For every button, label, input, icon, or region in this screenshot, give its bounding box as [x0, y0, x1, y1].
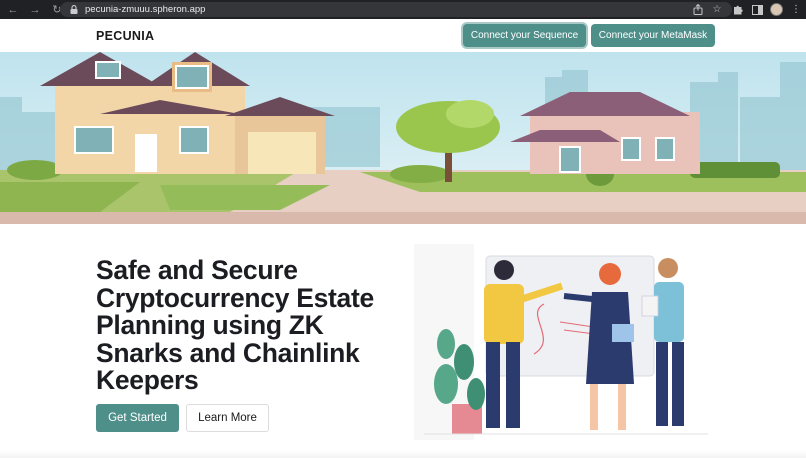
- toolbar-actions: ⋮: [732, 2, 802, 17]
- sidebar-icon[interactable]: [751, 4, 763, 16]
- brand-logo[interactable]: PECUNIA: [96, 29, 154, 43]
- kebab-menu-icon[interactable]: ⋮: [790, 4, 802, 16]
- get-started-button[interactable]: Get Started: [96, 404, 179, 432]
- extensions-puzzle-icon[interactable]: [732, 4, 744, 16]
- share-icon[interactable]: [692, 3, 704, 15]
- section-divider: [0, 450, 806, 458]
- site-header: PECUNIA Connect your Sequence Connect yo…: [0, 19, 806, 52]
- url-text[interactable]: pecunia-zmuuu.spheron.app: [85, 4, 205, 15]
- browser-toolbar: ← → ↻ pecunia-zmuuu.spheron.app ☆ ⋮: [0, 0, 806, 19]
- hero-headline: Safe and Secure Cryptocurrency Estate Pl…: [96, 255, 374, 395]
- connect-metamask-button[interactable]: Connect your MetaMask: [591, 24, 715, 47]
- back-arrow-icon[interactable]: ←: [6, 3, 20, 17]
- connect-sequence-button[interactable]: Connect your Sequence: [463, 24, 586, 47]
- bookmark-star-icon[interactable]: ☆: [711, 3, 723, 15]
- lock-icon[interactable]: [70, 5, 79, 14]
- forward-arrow-icon[interactable]: →: [28, 3, 42, 17]
- team-whiteboard-illustration: [414, 244, 714, 440]
- address-bar[interactable]: pecunia-zmuuu.spheron.app: [60, 2, 732, 17]
- hero-houses-illustration: [0, 52, 806, 224]
- learn-more-button[interactable]: Learn More: [186, 404, 269, 432]
- profile-avatar[interactable]: [770, 3, 783, 16]
